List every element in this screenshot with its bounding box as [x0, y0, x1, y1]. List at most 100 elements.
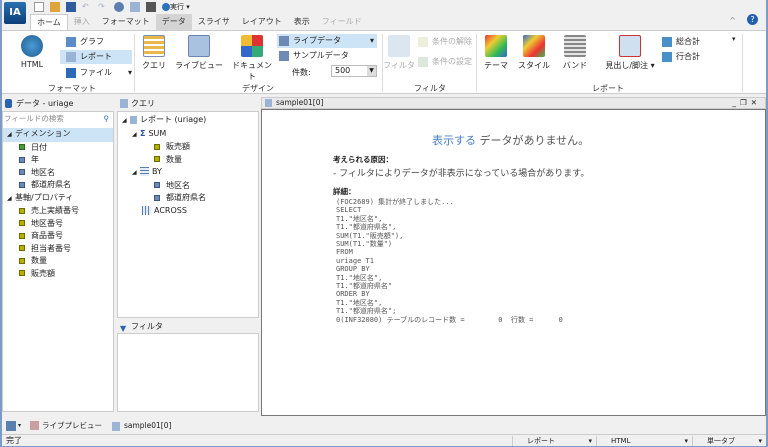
query-panel-header: クエリ	[117, 97, 259, 110]
style-label: スタイル	[518, 61, 550, 70]
query-by-node[interactable]: ◢ BY	[122, 166, 206, 180]
file-icon	[66, 68, 76, 78]
help-icon[interactable]: ?	[747, 14, 758, 25]
band-button[interactable]: バンド	[557, 35, 593, 71]
query-field[interactable]: 数量	[122, 154, 206, 167]
chevron-down-icon[interactable]: ▾	[18, 418, 21, 434]
query-field[interactable]: 都道府県名	[122, 192, 206, 205]
style-button[interactable]: スタイル	[514, 35, 554, 71]
field-label: 都道府県名	[31, 180, 71, 189]
sampledata-button[interactable]: サンプルデータ	[277, 49, 349, 63]
graph-button[interactable]: グラフ	[64, 35, 104, 49]
html-button[interactable]: HTML	[10, 35, 54, 69]
more-dropdown-icon[interactable]: ▾	[732, 35, 736, 43]
filter-button[interactable]: フィルタ	[380, 35, 418, 71]
output-type-select[interactable]: レポート ▾	[512, 436, 596, 446]
globe-icon	[21, 35, 43, 57]
tab-data[interactable]: データ	[155, 14, 192, 30]
run-icon	[162, 3, 170, 11]
field-item[interactable]: 日付	[3, 142, 113, 155]
tab-sample01[interactable]: sample01[0]	[112, 418, 171, 434]
group-label: 基軸/プロパティ	[15, 192, 74, 202]
tab-slicer[interactable]: スライサ	[192, 14, 236, 30]
field-search-input[interactable]: フィールドの検索 ⚲	[4, 113, 112, 125]
liveview-button[interactable]: ライブビュー	[174, 35, 224, 71]
save-icon[interactable]	[66, 2, 76, 12]
tab-insert[interactable]: 挿入	[68, 14, 96, 30]
theme-icon	[485, 35, 507, 57]
document-content: 表示する データがありません。 考えられる原因： - フィルタによりデータが非表…	[261, 109, 766, 416]
tab-field[interactable]: フィールド	[316, 14, 368, 30]
window-list-icon[interactable]	[6, 421, 16, 431]
format-select[interactable]: HTML ▾	[596, 436, 692, 446]
tree-group-dimension[interactable]: ◢ ディメンション	[3, 128, 113, 142]
query-across-node[interactable]: ACROSS	[122, 205, 206, 218]
field-item[interactable]: 地区名	[3, 167, 113, 180]
tab-view[interactable]: 表示	[288, 14, 316, 30]
camera-icon[interactable]	[146, 2, 156, 12]
undo-icon[interactable]: ↶	[82, 2, 92, 12]
file-button[interactable]: ファイル ▾	[64, 66, 132, 80]
band-label: バンド	[562, 61, 588, 70]
tab-home[interactable]: ホーム	[30, 13, 68, 31]
close-icon[interactable]: ✕	[751, 98, 761, 107]
filter-panel-title: フィルタ	[131, 322, 163, 331]
design-group-label: デザイン	[242, 84, 274, 93]
field-item[interactable]: 都道府県名	[3, 179, 113, 192]
tab-label: ライブプレビュー	[42, 421, 102, 430]
minimize-icon[interactable]: _	[732, 98, 740, 107]
set-condition-button[interactable]: 条件の設定	[416, 55, 472, 69]
open-folder-icon[interactable]	[50, 2, 60, 12]
row-total-icon	[662, 52, 672, 62]
search-icon[interactable]	[114, 2, 124, 12]
query-field[interactable]: 地区名	[122, 180, 206, 193]
document-label: ドキュメント	[232, 61, 272, 81]
query-button[interactable]: クエリ	[132, 35, 176, 71]
tab-mode-select[interactable]: 単一タブ ▾	[692, 436, 766, 446]
query-field[interactable]: 販売額	[122, 141, 206, 154]
field-label: 販売額	[31, 268, 55, 278]
data-panel-header: データ - uriage	[2, 97, 114, 110]
header-footer-button[interactable]: 見出し/脚注 ▾	[602, 35, 658, 71]
bottom-tab-bar: ▾ ライブプレビュー sample01[0]	[2, 418, 766, 434]
divider	[742, 34, 743, 92]
grand-total-button[interactable]: 総合計	[660, 35, 700, 49]
dimension-field-icon	[19, 181, 25, 188]
tab-live-preview[interactable]: ライブプレビュー	[30, 418, 102, 434]
field-item[interactable]: 年	[3, 154, 113, 167]
document-button[interactable]: ドキュメント	[230, 35, 274, 82]
tab-format[interactable]: フォーマット	[96, 14, 156, 30]
field-item[interactable]: 地区番号	[3, 218, 113, 231]
reason-label: 考えられる原因：	[333, 155, 393, 164]
field-item[interactable]: 販売額	[3, 268, 113, 281]
field-item[interactable]: 担当者番号	[3, 243, 113, 256]
count-select[interactable]: 500 ▼	[331, 65, 377, 77]
query-label: クエリ	[142, 61, 166, 70]
app-window: IA ↶ ↷ 実行 ▾ ^ ? ホーム 挿入 フォーマット データ スライサ レ…	[2, 0, 766, 446]
format-label: HTML	[611, 437, 631, 445]
dimension-field-icon	[19, 156, 25, 163]
new-icon[interactable]	[34, 2, 44, 12]
query-sum-node[interactable]: ◢ Σ SUM	[122, 128, 206, 142]
funnel-icon	[388, 35, 410, 57]
collapse-ribbon-icon[interactable]: ^	[729, 16, 736, 25]
restore-icon[interactable]: ❐	[740, 98, 751, 107]
search-icon[interactable]: ⚲	[104, 113, 110, 125]
document-title: sample01[0]	[276, 98, 324, 107]
clear-condition-button[interactable]: 条件の解除	[416, 35, 472, 49]
livedata-button[interactable]: ライブデータ ▾	[277, 34, 377, 48]
tab-layout[interactable]: レイアウト	[236, 14, 288, 30]
format-group-label: フォーマット	[48, 84, 96, 93]
redo-icon[interactable]: ↷	[98, 2, 108, 12]
field-item[interactable]: 売上実績番号	[3, 205, 113, 218]
theme-button[interactable]: テーマ	[478, 35, 514, 71]
field-item[interactable]: 商品番号	[3, 230, 113, 243]
query-root[interactable]: ◢ レポート (uriage)	[122, 114, 206, 128]
run-button[interactable]: 実行 ▾	[162, 2, 200, 12]
document-icon[interactable]	[130, 2, 140, 12]
search-placeholder: フィールドの検索	[4, 114, 64, 123]
report-button[interactable]: レポート	[60, 50, 132, 64]
row-total-button[interactable]: 行合計	[660, 50, 700, 64]
field-item[interactable]: 数量	[3, 255, 113, 268]
tree-group-measures[interactable]: ◢ 基軸/プロパティ	[3, 192, 113, 206]
